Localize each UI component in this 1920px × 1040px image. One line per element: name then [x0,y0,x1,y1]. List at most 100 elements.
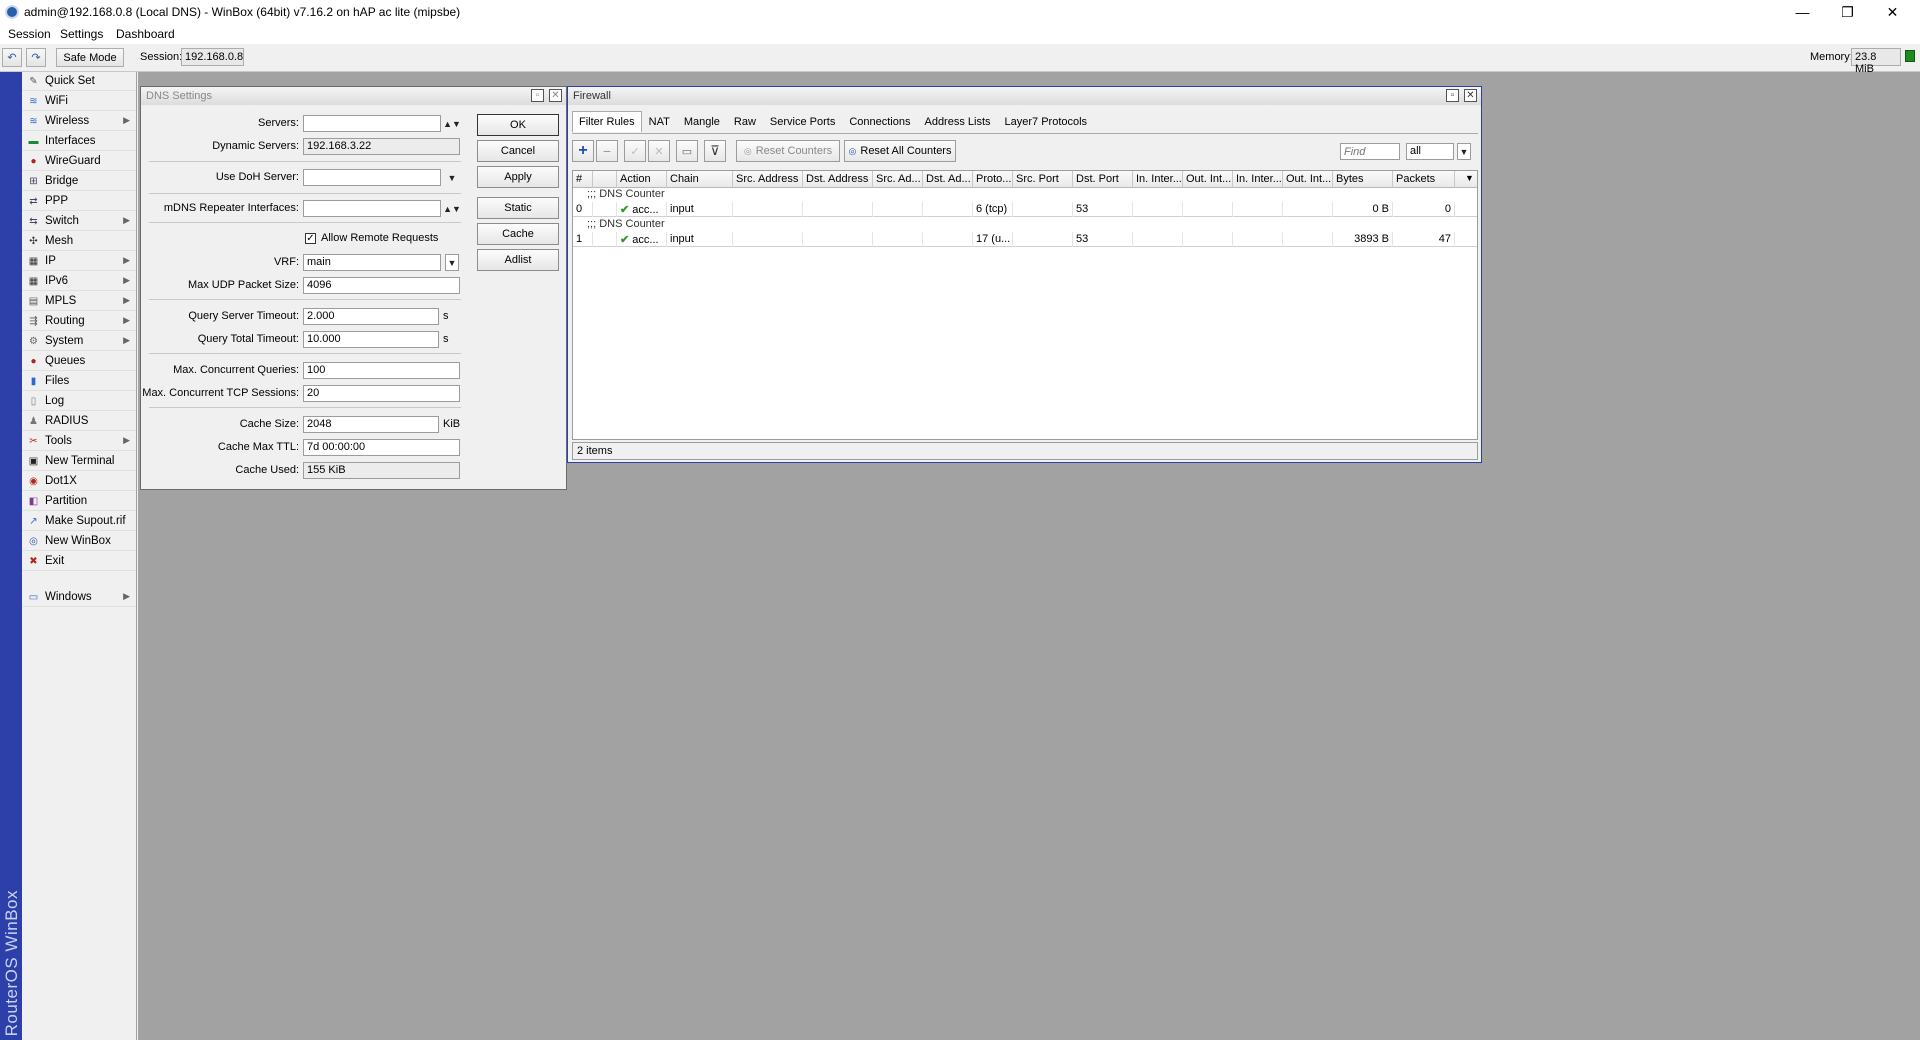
rule-filter-select[interactable]: all [1406,143,1454,160]
sidebar-item-bridge[interactable]: ⊞ Bridge [22,172,136,191]
column-header[interactable]: In. Inter... [1133,171,1183,188]
sidebar-item-routing[interactable]: ⇶ Routing ▶ [22,312,136,331]
cache-max-ttl-field[interactable]: 7d 00:00:00 [303,439,460,456]
cache-size-field[interactable]: 2048 [303,416,439,433]
column-header[interactable]: Dst. Port [1073,171,1133,188]
mdns-field[interactable] [303,200,441,217]
reset-counters-button[interactable]: ◎ Reset Counters [736,140,840,162]
tab-address-lists[interactable]: Address Lists [917,111,997,132]
sidebar-item-new-terminal[interactable]: ▣ New Terminal [22,452,136,471]
use-doh-server-field[interactable] [303,169,441,186]
column-header[interactable]: Action [617,171,667,188]
filter-icon[interactable]: ⊽ [704,140,726,162]
sidebar-item-files[interactable]: ▮ Files [22,372,136,391]
dns-close-icon[interactable]: ✕ [549,89,562,102]
tab-connections[interactable]: Connections [842,111,917,132]
sidebar-item-new-winbox[interactable]: ◎ New WinBox [22,532,136,551]
tab-nat[interactable]: NAT [642,111,677,132]
sidebar-item-log[interactable]: ▯ Log [22,392,136,411]
remove-icon[interactable]: − [596,140,618,162]
cancel-button[interactable]: Cancel [477,140,559,162]
column-header[interactable]: # [573,171,593,188]
column-header[interactable]: Src. Ad... [873,171,923,188]
max-udp-field[interactable]: 4096 [303,277,460,294]
firewall-maximize-icon[interactable]: ▫ [1446,89,1459,102]
sidebar-item-partition[interactable]: ◧ Partition [22,492,136,511]
column-header[interactable]: Dst. Address [803,171,873,188]
firewall-titlebar[interactable]: Firewall ▫ ✕ [568,87,1481,105]
dns-settings-titlebar[interactable]: DNS Settings ▫ ✕ [141,87,566,105]
sidebar-item-mesh[interactable]: ✣ Mesh [22,232,136,251]
table-row[interactable]: 0 ✔ acc... input 6 (tcp) 53 0 B0 [573,202,1477,217]
tab-filter-rules[interactable]: Filter Rules [572,111,642,132]
tab-mangle[interactable]: Mangle [677,111,727,132]
cache-button[interactable]: Cache [477,223,559,245]
column-header[interactable]: In. Inter... [1233,171,1283,188]
column-header[interactable]: Dst. Ad... [923,171,973,188]
tab-raw[interactable]: Raw [727,111,763,132]
apply-button[interactable]: Apply [477,166,559,188]
max-concurrent-tcp-field[interactable]: 20 [303,385,460,402]
sidebar-item-ppp[interactable]: ⇄ PPP [22,192,136,211]
sidebar-item-dot1x[interactable]: ◉ Dot1X [22,472,136,491]
column-chooser-icon[interactable]: ▼ [1461,171,1478,188]
sidebar-item-exit[interactable]: ✖ Exit [22,552,136,571]
minimize-button[interactable]: — [1780,0,1825,24]
allow-remote-requests-checkbox[interactable]: ✓ [305,233,316,244]
maximize-button[interactable]: ❐ [1825,0,1870,24]
column-header[interactable]: Packets [1393,171,1455,188]
servers-updown-icon[interactable]: ▲▼ [443,115,461,132]
column-header[interactable]: Proto... [973,171,1013,188]
column-header[interactable]: Src. Port [1013,171,1073,188]
query-server-timeout-field[interactable]: 2.000 [303,308,439,325]
close-button[interactable]: ✕ [1870,0,1915,24]
sidebar-item-wifi[interactable]: ≋ WiFi [22,92,136,111]
sidebar-item-wireguard[interactable]: ● WireGuard [22,152,136,171]
firewall-close-icon[interactable]: ✕ [1464,89,1477,102]
sidebar-item-switch[interactable]: ⇆ Switch ▶ [22,212,136,231]
column-header[interactable]: Bytes [1333,171,1393,188]
sidebar-item-quick-set[interactable]: ✎ Quick Set [22,72,136,91]
redo-icon[interactable]: ↷ [26,48,46,67]
menu-settings[interactable]: Settings [60,27,103,41]
table-row[interactable]: 1 ✔ acc... input 17 (u... 53 3893 B 47 [573,232,1477,247]
servers-field[interactable] [303,115,441,132]
query-total-timeout-field[interactable]: 10.000 [303,331,439,348]
session-field[interactable]: 192.168.0.8 [181,48,244,66]
column-header[interactable]: Chain [667,171,733,188]
sidebar-item-wireless[interactable]: ≋ Wireless ▶ [22,112,136,131]
column-header[interactable]: Out. Int... [1183,171,1233,188]
mdns-updown-icon[interactable]: ▲▼ [443,200,461,217]
sidebar-item-tools[interactable]: ✂ Tools ▶ [22,432,136,451]
sidebar-item-mpls[interactable]: ▤ MPLS ▶ [22,292,136,311]
reset-all-counters-button[interactable]: ◎ Reset All Counters [844,140,956,162]
sidebar-item-make-supout-rif[interactable]: ↗ Make Supout.rif [22,512,136,531]
sidebar-item-windows[interactable]: ▭ Windows ▶ [22,588,136,607]
undo-icon[interactable]: ↶ [2,48,22,67]
static-button[interactable]: Static [477,197,559,219]
column-header[interactable]: Out. Int... [1283,171,1333,188]
max-concurrent-queries-field[interactable]: 100 [303,362,460,379]
tab-layer7-protocols[interactable]: Layer7 Protocols [998,111,1095,132]
dns-maximize-icon[interactable]: ▫ [531,89,544,102]
add-icon[interactable]: + [572,140,594,162]
sidebar-item-ipv6[interactable]: ▦ IPv6 ▶ [22,272,136,291]
sidebar-item-radius[interactable]: ♟ RADIUS [22,412,136,431]
column-header[interactable] [593,171,617,188]
vrf-dropdown-icon[interactable]: ▼ [445,254,459,271]
vrf-field[interactable]: main [303,254,441,271]
enable-icon[interactable]: ✓ [624,140,646,162]
tab-service-ports[interactable]: Service Ports [763,111,842,132]
disable-icon[interactable]: ✕ [648,140,670,162]
find-input[interactable] [1340,143,1400,160]
ok-button[interactable]: OK [477,114,559,136]
menu-dashboard[interactable]: Dashboard [116,27,175,41]
adlist-button[interactable]: Adlist [477,249,559,271]
safe-mode-button[interactable]: Safe Mode [56,48,124,67]
sidebar-item-ip[interactable]: ▦ IP ▶ [22,252,136,271]
sidebar-item-interfaces[interactable]: ▬ Interfaces [22,132,136,151]
rule-filter-dropdown-icon[interactable]: ▼ [1457,143,1471,160]
doh-dropdown-icon[interactable]: ▼ [445,169,459,186]
sidebar-item-queues[interactable]: ● Queues [22,352,136,371]
column-header[interactable]: Src. Address [733,171,803,188]
